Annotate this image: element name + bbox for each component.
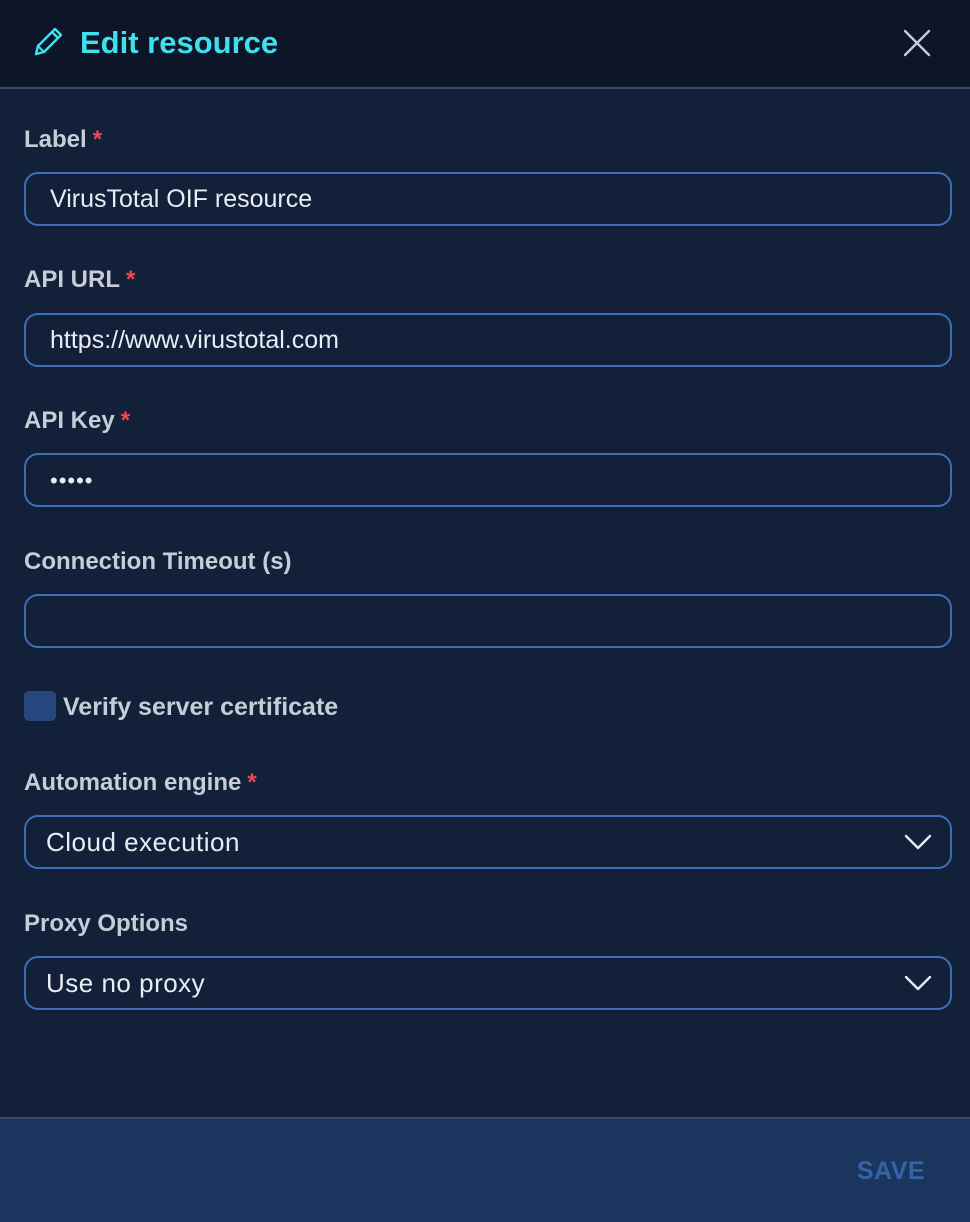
dialog-footer: SAVE (0, 1117, 970, 1222)
api-url-field-label: API URL * (24, 265, 135, 295)
automation-engine-select[interactable]: Cloud execution (24, 815, 952, 869)
label-input-value: VirusTotal OIF resource (50, 185, 313, 213)
connection-timeout-field-label: Connection Timeout (s) (24, 547, 292, 577)
connection-timeout-input[interactable] (24, 594, 952, 648)
dialog-title: Edit resource (80, 25, 279, 60)
pencil-icon (34, 27, 63, 56)
verify-certificate-label[interactable]: Verify server certificate (63, 691, 338, 723)
api-url-input[interactable]: https://www.virustotal.com (24, 313, 952, 367)
api-key-input[interactable]: ••••• (24, 453, 952, 507)
close-icon[interactable] (898, 24, 936, 62)
verify-certificate-checkbox[interactable] (24, 691, 56, 721)
proxy-options-select[interactable]: Use no proxy (24, 956, 952, 1010)
api-key-input-value: ••••• (50, 468, 94, 493)
required-mark: * (92, 126, 103, 153)
api-url-field-text: API URL (24, 266, 120, 293)
api-key-field-label: API Key * (24, 406, 130, 436)
label-field-text: Label (24, 126, 87, 153)
label-field-label: Label * (24, 125, 102, 155)
api-key-field-text: API Key (24, 407, 115, 434)
automation-engine-selected: Cloud execution (46, 827, 240, 857)
proxy-options-selected: Use no proxy (46, 968, 206, 998)
required-mark: * (247, 769, 257, 796)
proxy-options-field-text: Proxy Options (24, 910, 189, 937)
connection-timeout-field-text: Connection Timeout (s) (24, 548, 292, 575)
proxy-options-field-label: Proxy Options (24, 909, 188, 939)
automation-engine-field-text: Automation engine (24, 769, 242, 796)
automation-engine-field-label: Automation engine * (24, 768, 257, 798)
required-mark: * (126, 266, 136, 293)
label-input[interactable]: VirusTotal OIF resource (24, 172, 952, 226)
required-mark: * (120, 407, 131, 434)
edit-resource-dialog: Edit resource Label * VirusTotal OIF reso… (0, 0, 970, 1222)
save-button[interactable]: SAVE (836, 1153, 946, 1189)
chevron-down-icon (904, 975, 932, 991)
api-url-input-value: https://www.virustotal.com (50, 326, 339, 354)
dialog-header: Edit resource (0, 0, 970, 89)
chevron-down-icon (904, 834, 932, 850)
